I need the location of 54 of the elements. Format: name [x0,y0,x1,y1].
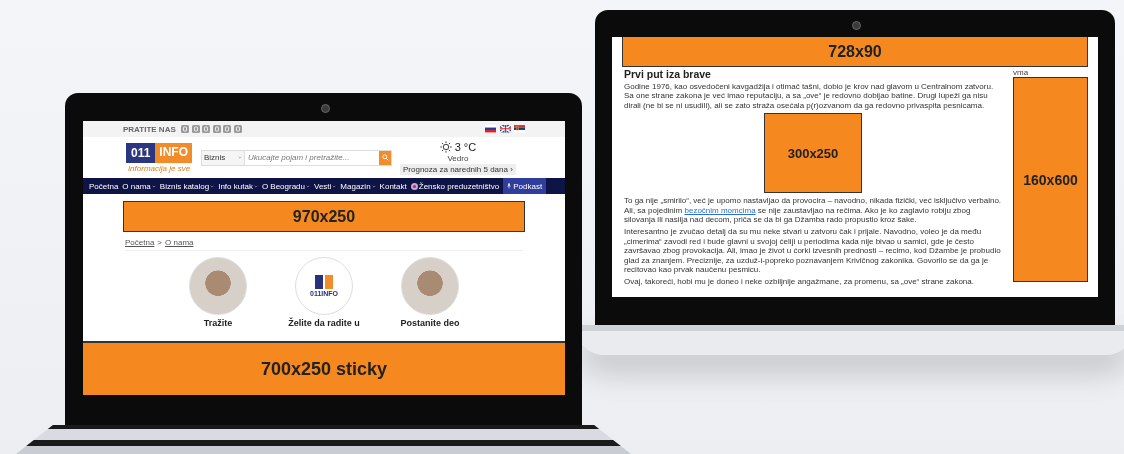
nav-item[interactable]: Kontakt [379,181,407,191]
article-link[interactable]: bezočnim momcima [684,205,756,215]
flag-icon[interactable] [514,125,525,133]
logo-emblem-icon [314,275,334,289]
site-logo[interactable]: 011 INFO Informacija je sve [125,142,193,173]
article-paragraph: Interesantno je zvučao detalj da su mu neke stvari u zatvoru čak i prijale. Navodno, voleo je da među „cimerima“ zavodi red i bude glavni u svojoj ćeliji u periodima kada nije bivao u samici, gde je često završavao zbog provokacija. Ali, imao je život u ćorki izvesnih prednosti – recimo, kod Džambe je probudio glad za znanjem. Preciznije, za uzduž-i-popreko poznavanjem Krivičnog zakonika. Govorilo se da ga je recitovao kao prvak naučenu pesmicu. [624,227,1002,275]
camera-lens [320,104,330,113]
breadcrumb-link[interactable]: O nama [165,238,194,247]
sticky-ad-banner: 700x250 sticky [83,341,565,395]
social-icon[interactable] [202,125,211,133]
sidebar-label: vma [1013,68,1030,77]
flower-icon [410,182,418,190]
search-bar[interactable]: Biznis Ukucajte pojam i pretražite... [201,149,392,166]
card-caption: Želite da radite u [288,318,360,328]
social-icon[interactable] [212,125,221,133]
nav-item[interactable]: Biznis katalog [159,181,215,191]
ad-slot-banner: 728x90 [622,37,1088,67]
article-paragraph: To ga nije „smirilo“, već je upomo nastavljao da provocira – navodno, nikada fizički, već isključivo verbalno. Ali, sa pojedinim bezočnim momcima se nije zaustavljao na rečima. Ako je ko zaglavio robiju zbog silovanja ili nasilja nad decom, priča se da bi ga Džamba rado propustio kroz šake. [624,196,1002,225]
search-button[interactable] [379,150,391,165]
social-icon[interactable] [223,125,232,133]
ad-slot-banner: 300x250 [764,113,862,194]
weather-condition: Vedro [447,153,469,163]
breadcrumb-link[interactable]: Početna [125,238,155,247]
nav-item[interactable]: Žensko preduzetništvo [418,181,500,191]
article-title: Prvi put iza brave [624,68,712,80]
ad-slot-banner: 160x600 [1013,77,1088,282]
nav-item[interactable]: Magazin [340,181,376,191]
article-paragraph: Ovaj, takoreći, hobi mu je doneo i neke ozbiljnije angažmane, za promenu, sa „ove“ strane zakona. [624,277,975,287]
article-paragraph: Godine 1976, kao osvedočeni kavgadžija i otimač tašni, dobio je krov nad glavom u Centralnom zatvoru. Sa one strane zakona je već imao reputaciju, a sa „ove“ je redovno dobijao batine. Drugi lupeži ga nisu dirali (ne bi se ni usudili), ali se zato straža osećala p(r)ozvanom da ga redovno privaspita pesnicama. [624,82,995,111]
flag-icon[interactable] [485,125,496,133]
nav-item[interactable]: Info kutak [218,181,258,191]
ad-slot-banner: 970x250 [123,201,525,232]
forecast-link[interactable]: Prognoza za narednih 5 dana › [400,163,516,175]
card-caption: Tražite [203,318,233,328]
camera-lens [852,21,861,30]
category-select[interactable]: Biznis [202,150,245,165]
nav-item[interactable]: Podkast [503,178,547,194]
social-icon[interactable] [181,125,190,133]
nav-item[interactable]: O Beogradu [261,181,310,191]
follow-label: PRATITE NAS [123,124,176,134]
breadcrumb-separator: > [157,238,163,247]
search-icon [381,154,389,161]
social-icon[interactable] [191,125,200,133]
nav-item[interactable]: O nama [122,181,156,191]
card-caption: Postanite deo [400,318,460,328]
microphone-icon [507,183,512,189]
sun-icon [439,140,452,153]
chevron-down-icon [306,184,310,188]
flag-icon[interactable] [499,125,511,133]
chevron-down-icon [238,156,242,159]
temperature: 3 °C [454,140,477,153]
social-icon[interactable] [233,125,242,133]
nav-item[interactable]: Vesti [314,181,337,191]
nav-item[interactable]: Početna [89,181,119,191]
